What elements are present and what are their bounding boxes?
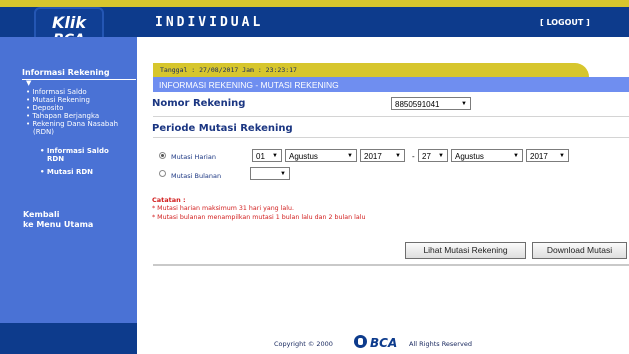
account-number-select[interactable]: 8850591041 ▼ xyxy=(391,97,471,110)
chevron-down-icon: ▼ xyxy=(395,153,401,159)
copyright-text: Copyright © 2000 xyxy=(274,340,333,348)
date-range-dash: - xyxy=(412,152,415,161)
notes-title: Catatan : xyxy=(152,196,186,204)
sidebar-item-rekening-dana-nasabah[interactable]: • Rekening Dana Nasabah xyxy=(26,120,118,128)
end-year-value: 2017 xyxy=(530,152,548,161)
start-month-select[interactable]: Agustus ▼ xyxy=(285,149,357,162)
back-link-line1: Kembali xyxy=(23,210,60,219)
bottom-left-bar xyxy=(0,323,137,354)
chevron-down-icon: ▼ xyxy=(513,153,519,159)
divider xyxy=(153,137,629,138)
chevron-down-icon: ▼ xyxy=(347,153,353,159)
chevron-down-icon: ▼ xyxy=(272,153,278,159)
sidebar-subitem-rdn-label: RDN xyxy=(47,155,65,163)
download-mutation-button[interactable]: Download Mutasi xyxy=(532,242,627,259)
radio-label-bulanan: Mutasi Bulanan xyxy=(171,172,222,180)
sidebar-item-label: Mutasi RDN xyxy=(46,168,94,176)
content-corner xyxy=(137,37,197,61)
sidebar-item-informasi-saldo[interactable]: • Informasi Saldo xyxy=(26,88,87,96)
top-accent-bar xyxy=(0,0,629,7)
end-year-select[interactable]: 2017 ▼ xyxy=(526,149,569,162)
bca-logo-icon xyxy=(354,335,367,348)
sidebar-heading: Informasi Rekening xyxy=(22,68,110,77)
back-to-main-menu-link[interactable]: Kembali ke Menu Utama xyxy=(23,210,93,230)
sidebar-subitem-mutasi-rdn[interactable]: • Mutasi RDN xyxy=(40,168,93,176)
start-day-select[interactable]: 01 ▼ xyxy=(252,149,282,162)
radio-mutasi-bulanan[interactable] xyxy=(159,170,166,177)
sidebar-subitem-informasi-saldo-rdn[interactable]: • Informasi Saldo xyxy=(40,147,109,155)
account-number-value: 8850591041 xyxy=(395,100,440,109)
sidebar-item-mutasi-rekening[interactable]: • Mutasi Rekening xyxy=(26,96,90,104)
start-year-select[interactable]: 2017 ▼ xyxy=(360,149,405,162)
sidebar-item-rdn-label: (RDN) xyxy=(33,128,54,136)
end-day-value: 27 xyxy=(422,152,431,161)
start-month-value: Agustus xyxy=(289,152,318,161)
sidebar-divider xyxy=(22,79,136,80)
radio-mutasi-harian[interactable] xyxy=(159,152,166,159)
footer-brand: BCA xyxy=(370,336,398,350)
note-line: * Mutasi harian maksimum 31 hari yang la… xyxy=(152,205,295,212)
sidebar-item-label: Tahapan Berjangka xyxy=(32,112,100,120)
end-month-select[interactable]: Agustus ▼ xyxy=(451,149,523,162)
end-month-value: Agustus xyxy=(455,152,484,161)
expand-arrow-icon: ▼ xyxy=(26,79,32,87)
divider xyxy=(153,116,629,117)
rights-text: All Rights Reserved xyxy=(409,340,472,348)
back-link-line2: ke Menu Utama xyxy=(23,220,94,229)
header-title: INDIVIDUAL xyxy=(155,15,264,30)
sidebar-item-tahapan-berjangka[interactable]: • Tahapan Berjangka xyxy=(26,112,99,120)
chevron-down-icon: ▼ xyxy=(280,171,286,177)
sidebar-item-label: Mutasi Rekening xyxy=(32,96,90,104)
note-line: * Mutasi bulanan menampilkan mutasi 1 bu… xyxy=(152,214,366,221)
account-number-label: Nomor Rekening xyxy=(152,98,246,109)
chevron-down-icon: ▼ xyxy=(461,101,467,107)
month-select-bulanan[interactable]: ▼ xyxy=(250,167,290,180)
page-title: INFORMASI REKENING - MUTASI REKENING xyxy=(159,80,339,90)
chevron-down-icon: ▼ xyxy=(438,153,444,159)
chevron-down-icon: ▼ xyxy=(559,153,565,159)
sidebar-item-label: Informasi Saldo xyxy=(46,147,109,155)
sidebar-item-label: Deposito xyxy=(32,104,64,112)
view-mutation-button[interactable]: Lihat Mutasi Rekening xyxy=(405,242,526,259)
start-year-value: 2017 xyxy=(364,152,382,161)
period-label: Periode Mutasi Rekening xyxy=(152,123,293,134)
radio-label-harian: Mutasi Harian xyxy=(171,153,216,161)
end-day-select[interactable]: 27 ▼ xyxy=(418,149,448,162)
content-bottom-divider xyxy=(153,264,629,266)
sidebar-item-label: Informasi Saldo xyxy=(32,88,87,96)
date-time-text: Tanggal : 27/08/2017 Jam : 23:23:17 xyxy=(160,66,297,74)
start-day-value: 01 xyxy=(256,152,265,161)
logout-link[interactable]: [ LOGOUT ] xyxy=(540,18,590,27)
sidebar-item-label: Rekening Dana Nasabah xyxy=(32,120,119,128)
logo-text-klik: Klik xyxy=(51,13,86,32)
sidebar-item-deposito[interactable]: • Deposito xyxy=(26,104,63,112)
